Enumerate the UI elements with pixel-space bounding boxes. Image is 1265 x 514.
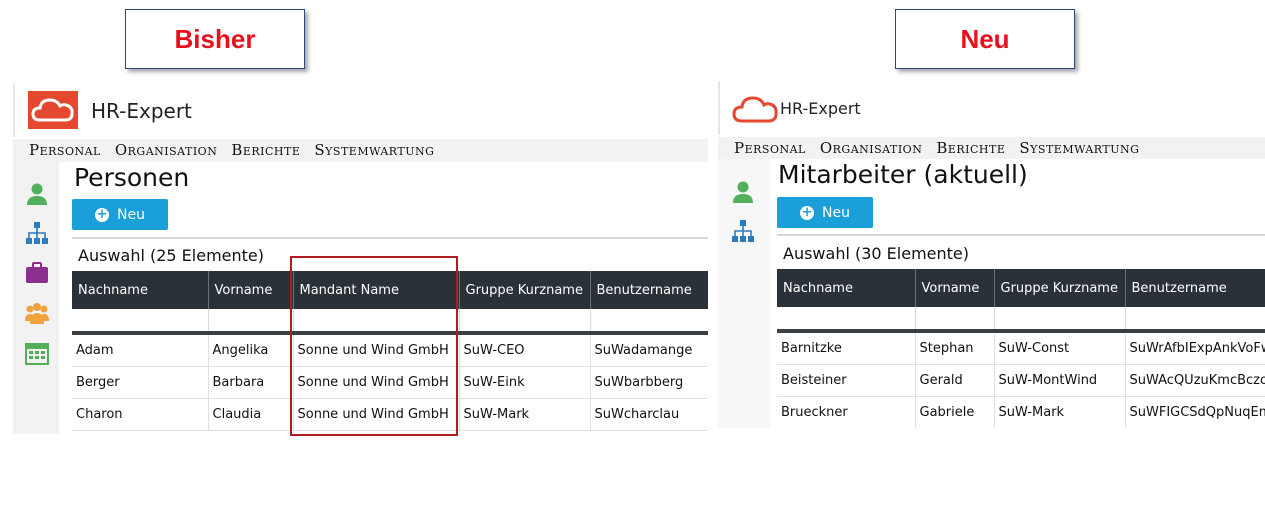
- column-header[interactable]: Benutzername: [1125, 269, 1265, 307]
- label-after-text: Neu: [960, 23, 1010, 54]
- table-row[interactable]: Brueckner Gabriele SuW-Mark SuWFIGCSdQpN…: [777, 396, 1265, 428]
- cell: SuW-Eink: [459, 366, 591, 399]
- filter-field[interactable]: [1125, 307, 1265, 333]
- cell: Berger: [72, 366, 209, 399]
- new-button-label: Neu: [822, 204, 850, 221]
- plus-circle-icon: +: [800, 204, 815, 220]
- table-row[interactable]: Barnitzke Stephan SuW-Const SuWrAfbIExpA…: [777, 331, 1265, 365]
- sidebar: [718, 159, 770, 428]
- org-chart-icon[interactable]: [25, 221, 49, 245]
- sidebar: [13, 162, 59, 434]
- cell: SuWFIGCSdQpNuqEm: [1125, 396, 1265, 428]
- filter-field[interactable]: [915, 307, 995, 333]
- new-button[interactable]: + Neu: [72, 199, 168, 230]
- menu-item-organisation[interactable]: Organisation: [115, 139, 217, 162]
- cell: SuW-Const: [994, 331, 1126, 365]
- selection-header: Auswahl (30 Elemente): [783, 244, 969, 263]
- page-title: Personen: [74, 163, 190, 192]
- column-header[interactable]: Benutzername: [590, 271, 708, 309]
- plus-circle-icon: +: [95, 206, 110, 222]
- menu-item-berichte[interactable]: Berichte: [936, 137, 1005, 159]
- group-icon[interactable]: [25, 301, 49, 325]
- filter-field[interactable]: [994, 307, 1126, 333]
- app-header: HR-Expert: [718, 81, 1265, 135]
- main-menu: Personal Organisation Berichte Systemwartun…: [718, 137, 1265, 159]
- column-header[interactable]: Gruppe Kurzname: [994, 269, 1126, 307]
- menu-item-systemwartung[interactable]: Systemwartung: [1019, 137, 1139, 159]
- cell: SuW-Mark: [459, 398, 591, 431]
- briefcase-icon[interactable]: [25, 261, 49, 285]
- column-header[interactable]: Vorname: [208, 271, 294, 309]
- cell: SuW-Mark: [994, 396, 1126, 428]
- table-row[interactable]: Beisteiner Gerald SuW-MontWind SuWAcQUzu…: [777, 364, 1265, 397]
- cell: Beisteiner: [777, 364, 916, 397]
- cell: SuW-MontWind: [994, 364, 1126, 397]
- filter-field[interactable]: [72, 309, 209, 335]
- cell: Charon: [72, 398, 209, 431]
- cell: SuWbarbberg: [590, 366, 708, 399]
- column-header[interactable]: Nachname: [777, 269, 916, 307]
- divider: [777, 234, 1265, 236]
- cell: Barnitzke: [777, 331, 916, 365]
- cell: SuWcharclau: [590, 398, 708, 431]
- table-header-row: Nachname Vorname Gruppe Kurzname Benutze…: [777, 269, 1265, 307]
- menu-item-personal[interactable]: Personal: [29, 139, 101, 162]
- column-header[interactable]: Nachname: [72, 271, 209, 309]
- cell: Barbara: [208, 366, 294, 399]
- app-header: HR-Expert: [13, 83, 708, 137]
- menu-item-personal[interactable]: Personal: [734, 137, 806, 159]
- label-before-text: Bisher: [174, 23, 256, 54]
- app-name: HR-Expert: [780, 99, 861, 118]
- menu-item-berichte[interactable]: Berichte: [231, 139, 300, 162]
- person-icon[interactable]: [25, 182, 49, 206]
- cell: Gabriele: [915, 396, 995, 428]
- new-button[interactable]: + Neu: [777, 197, 873, 228]
- filter-row: [777, 307, 1265, 333]
- org-chart-icon[interactable]: [731, 219, 755, 243]
- panel-after: HR-Expert Personal Organisation Berichte Sy…: [718, 81, 1265, 428]
- cloud-logo-icon[interactable]: [28, 91, 78, 129]
- main-menu: Personal Organisation Berichte Systemwartun…: [13, 139, 708, 162]
- cell: SuWAcQUzuKmcBczoE: [1125, 364, 1265, 397]
- cell: Brueckner: [777, 396, 916, 428]
- new-button-label: Neu: [117, 206, 145, 223]
- cell: Angelika: [208, 333, 294, 367]
- calendar-icon[interactable]: [25, 341, 49, 365]
- menu-item-systemwartung[interactable]: Systemwartung: [314, 139, 434, 162]
- data-table: Nachname Vorname Gruppe Kurzname Benutze…: [777, 269, 1265, 428]
- filter-field[interactable]: [590, 309, 708, 335]
- filter-field[interactable]: [777, 307, 916, 333]
- app-name: HR-Expert: [91, 99, 192, 123]
- cell: SuWrAfbIExpAnkVoFw: [1125, 331, 1265, 365]
- column-header[interactable]: Gruppe Kurzname: [459, 271, 591, 309]
- filter-field[interactable]: [208, 309, 294, 335]
- cell: Claudia: [208, 398, 294, 431]
- page-title: Mitarbeiter (aktuell): [778, 160, 1028, 189]
- cloud-logo-icon[interactable]: [732, 94, 778, 126]
- selection-header: Auswahl (25 Elemente): [78, 246, 264, 265]
- column-header[interactable]: Vorname: [915, 269, 995, 307]
- label-after: Neu: [895, 9, 1075, 69]
- person-icon[interactable]: [731, 180, 755, 204]
- label-before: Bisher: [125, 9, 305, 69]
- cell: Stephan: [915, 331, 995, 365]
- cell: SuW-CEO: [459, 333, 591, 367]
- divider: [72, 237, 708, 239]
- cell: SuWadamange: [590, 333, 708, 367]
- cell: Gerald: [915, 364, 995, 397]
- highlight-removed-column: [290, 256, 458, 436]
- filter-field[interactable]: [459, 309, 591, 335]
- cell: Adam: [72, 333, 209, 367]
- menu-item-organisation[interactable]: Organisation: [820, 137, 922, 159]
